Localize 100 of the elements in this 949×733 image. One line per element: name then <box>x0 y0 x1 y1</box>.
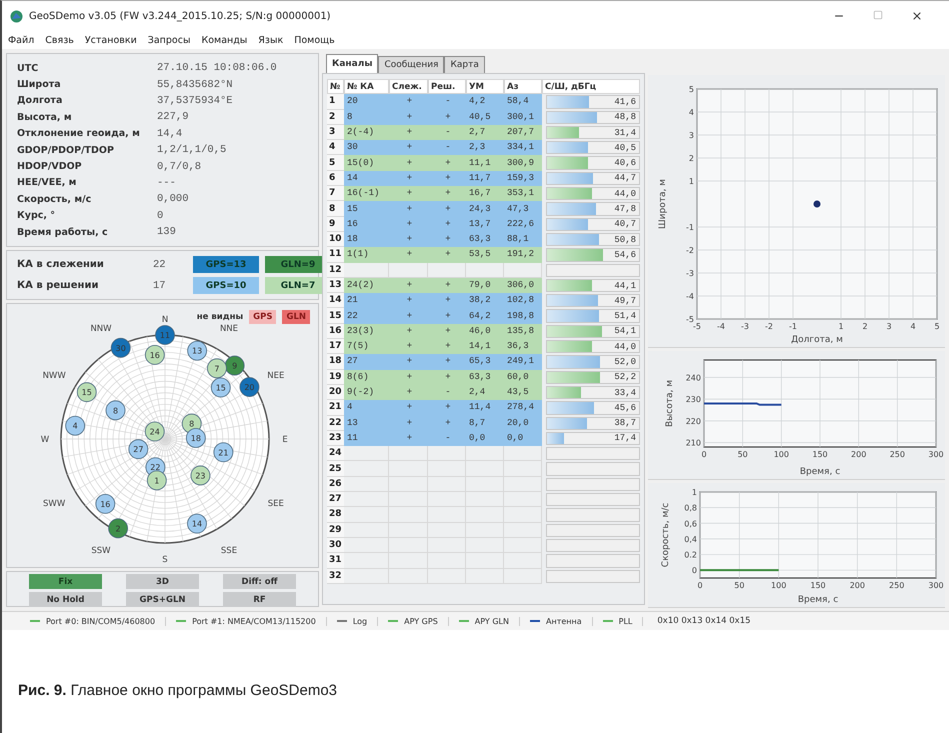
satellite-marker: 16 <box>95 494 116 514</box>
table-cell: - <box>428 140 466 156</box>
tab[interactable]: Каналы <box>326 54 378 73</box>
row-number: 11 <box>327 247 344 263</box>
row-number: 25 <box>327 461 344 477</box>
table-cell: + <box>389 430 428 446</box>
table-cell <box>466 461 504 477</box>
table-cell: 22 <box>344 308 389 324</box>
table-cell: 11,4 <box>466 400 504 416</box>
table-cell: 15(0) <box>344 155 389 171</box>
table-cell: 18 <box>344 232 389 248</box>
menu-item[interactable]: Команды <box>201 34 248 46</box>
table-cell: 14 <box>344 170 389 186</box>
menu-item[interactable]: Язык <box>258 34 284 46</box>
table-cell <box>428 476 466 492</box>
compass-label: SSW <box>91 546 111 556</box>
table-cell <box>344 262 389 278</box>
satellite-marker: 24 <box>144 422 165 442</box>
table-cell: + <box>428 155 466 171</box>
snr-value: 44,0 <box>614 342 637 352</box>
table-cell: + <box>389 370 428 385</box>
satellite-marker: 20 <box>240 377 260 398</box>
tick-label: 230 <box>686 395 701 404</box>
tick-label: 100 <box>774 450 789 459</box>
table-cell <box>389 476 428 492</box>
tick-label: -1 <box>789 322 797 331</box>
table-cell: 8 <box>344 110 389 125</box>
tick-label: 100 <box>771 581 786 590</box>
table-cell: 191,2 <box>504 247 542 263</box>
satellite-marker: 8 <box>106 400 126 420</box>
table-cell: 2,7 <box>466 124 504 140</box>
table-cell: 16,7 <box>466 186 504 202</box>
info-label: UTC <box>17 62 40 74</box>
status-text: APY GLN <box>474 616 509 626</box>
menu-item[interactable]: Установки <box>84 34 137 46</box>
status-indicator[interactable]: RF <box>223 592 296 608</box>
row-number: 3 <box>327 124 344 140</box>
close-icon[interactable] <box>911 10 923 22</box>
tick-label: 1 <box>838 322 844 331</box>
table-cell: + <box>389 124 428 140</box>
menu-item[interactable]: Запросы <box>148 34 190 46</box>
snr-value: 50,8 <box>614 234 637 245</box>
menu-item[interactable]: Помощь <box>294 34 335 46</box>
info-label: Курс, ° <box>17 210 56 222</box>
table-cell: 11 <box>344 430 389 446</box>
compass-label: NNE <box>220 324 238 334</box>
satellite-marker: 11 <box>155 325 175 346</box>
table-cell <box>504 507 542 523</box>
menu-item[interactable]: Файл <box>8 34 34 46</box>
table-cell: + <box>389 216 428 232</box>
table-cell <box>504 476 542 492</box>
table-cell: + <box>389 94 428 110</box>
info-value: 227,9 <box>157 111 190 124</box>
table-cell: - <box>428 384 466 400</box>
status-indicator[interactable]: 3D <box>126 574 199 590</box>
snr-value: 54,6 <box>614 250 637 260</box>
table-cell: 16(-1) <box>344 186 389 202</box>
status-indicator[interactable]: Fix <box>29 574 102 590</box>
tick-label: 0,6 <box>684 519 697 528</box>
info-label: GDOP/PDOP/TDOP <box>17 144 115 156</box>
axis-title: Широта, м <box>658 179 668 229</box>
count-value: 22 <box>153 258 167 271</box>
status-indicator[interactable]: Diff: off <box>223 574 296 590</box>
table-cell: + <box>428 186 466 202</box>
column-header: УМ <box>466 79 504 94</box>
satellite-marker: 14 <box>187 514 207 534</box>
table-cell <box>466 476 504 492</box>
compass-label: SSE <box>220 546 238 556</box>
table-cell: + <box>389 232 428 248</box>
tab[interactable]: Карта <box>444 56 485 73</box>
table-cell: 222,6 <box>504 216 542 232</box>
satellite-marker: 18 <box>186 428 206 448</box>
row-number: 4 <box>327 140 344 156</box>
table-cell: + <box>428 324 466 340</box>
tick-label: 4 <box>688 108 694 117</box>
table-cell: + <box>428 278 466 294</box>
tick-label: 0.2 <box>684 550 697 560</box>
info-label: HEE/VEE, м <box>17 177 78 188</box>
tab[interactable]: Сообщения <box>378 56 444 73</box>
table-cell: + <box>428 308 466 324</box>
info-label: HDOP/VDOP <box>17 161 83 172</box>
row-number: 27 <box>327 492 344 508</box>
table-cell: 15 <box>344 201 389 217</box>
table-cell: 300,9 <box>504 155 542 171</box>
status-indicator[interactable]: No Hold <box>29 592 102 608</box>
table-cell: 249,1 <box>504 354 542 370</box>
row-number: 1 <box>327 94 344 110</box>
table-cell <box>344 568 389 584</box>
table-cell: 207,7 <box>504 124 542 140</box>
table-cell: + <box>389 186 428 202</box>
table-cell: 53,5 <box>466 247 504 263</box>
row-number: 6 <box>327 170 344 186</box>
status-indicator[interactable]: GPS+GLN <box>126 592 199 608</box>
table-cell: 334,1 <box>504 140 542 156</box>
row-number: 30 <box>327 538 344 554</box>
table-cell: + <box>389 278 428 294</box>
menu-item[interactable]: Связь <box>45 34 74 46</box>
tick-label: 5 <box>688 85 694 94</box>
table-cell <box>428 461 466 477</box>
table-cell: + <box>389 140 428 156</box>
